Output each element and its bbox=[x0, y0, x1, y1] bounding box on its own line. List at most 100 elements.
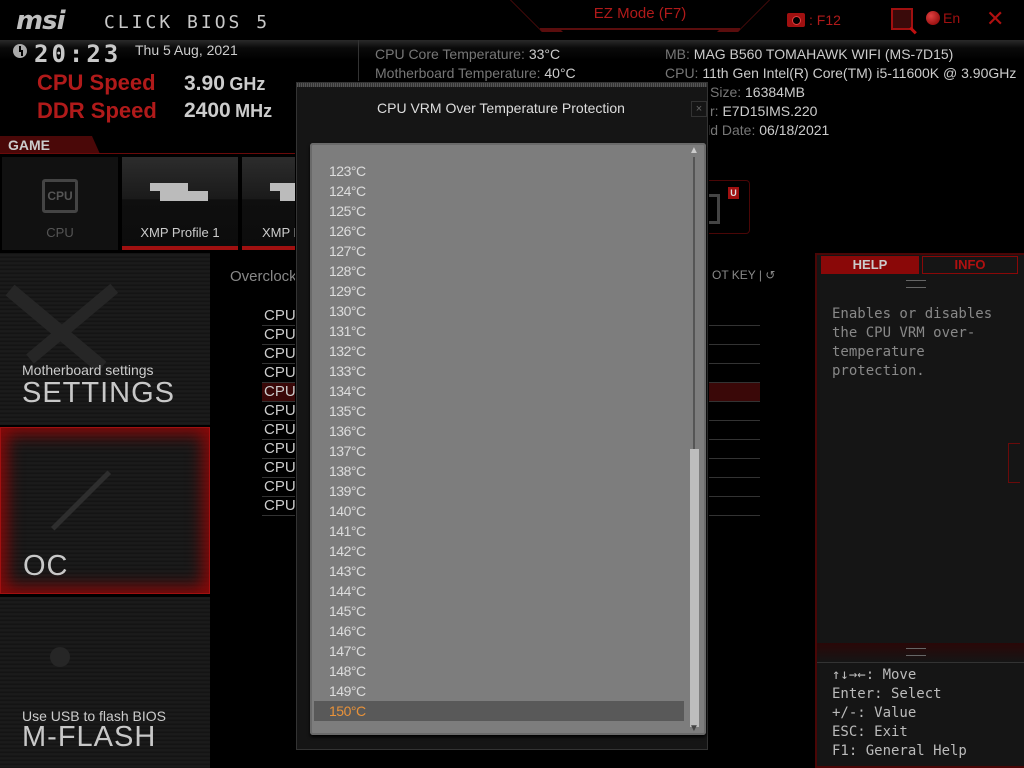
overclock-header: Overclock bbox=[230, 268, 297, 285]
xmp-profile-2-tile[interactable]: XMP P bbox=[242, 157, 298, 250]
device-icon bbox=[708, 194, 720, 224]
memory-size: Size: 16384MB bbox=[710, 84, 805, 100]
option-item[interactable]: 147°C bbox=[314, 641, 684, 661]
ez-mode-button[interactable]: EZ Mode (F7) bbox=[540, 0, 740, 30]
xmp-profile-1-tile[interactable]: XMP Profile 1 bbox=[122, 157, 238, 250]
nav-oc[interactable]: OC bbox=[0, 427, 210, 594]
option-item[interactable]: 124°C bbox=[314, 181, 684, 201]
mb-info: MB: MAG B560 TOMAHAWK WIFI (MS-7D15) bbox=[665, 46, 953, 62]
mb-info-value: MAG B560 TOMAHAWK WIFI (MS-7D15) bbox=[693, 46, 954, 62]
key-hint-value: +/-: Value bbox=[832, 705, 917, 721]
ddr-speed-unit: MHz bbox=[235, 101, 273, 121]
active-indicator bbox=[122, 246, 238, 250]
option-item[interactable]: 136°C bbox=[314, 421, 684, 441]
cpu-info-value: 11th Gen Intel(R) Core(TM) i5-11600K @ 3… bbox=[702, 65, 1017, 81]
option-item[interactable]: 126°C bbox=[314, 221, 684, 241]
screenshot-button[interactable]: : F12 bbox=[787, 10, 841, 30]
active-indicator bbox=[242, 246, 298, 250]
hotkey-label[interactable]: OT KEY | ↺ bbox=[712, 268, 775, 282]
option-item[interactable]: 128°C bbox=[314, 261, 684, 281]
tab-help[interactable]: HELP bbox=[821, 256, 919, 274]
cpu-core-temp-label: CPU Core Temperature: bbox=[375, 46, 529, 62]
option-item[interactable]: 140°C bbox=[314, 501, 684, 521]
option-item[interactable]: 127°C bbox=[314, 241, 684, 261]
option-dialog: CPU VRM Over Temperature Protection × 12… bbox=[296, 82, 708, 750]
close-icon[interactable]: ✕ bbox=[986, 6, 1004, 32]
option-item[interactable]: 131°C bbox=[314, 321, 684, 341]
game-boost-cpu-tile[interactable]: CPU CPU bbox=[2, 157, 118, 250]
cpu-core-temp: CPU Core Temperature: 33°C bbox=[375, 46, 560, 62]
option-item[interactable]: 129°C bbox=[314, 281, 684, 301]
memory-size-label: Size: bbox=[710, 84, 746, 100]
ddr-speed-label: DDR Speed bbox=[37, 98, 157, 123]
option-item[interactable]: 144°C bbox=[314, 581, 684, 601]
usb-icon bbox=[50, 647, 70, 667]
oc-title: OC bbox=[23, 550, 69, 582]
build-date-value: 06/18/2021 bbox=[759, 122, 830, 138]
cpu-info-label: CPU: bbox=[665, 65, 703, 81]
u-badge: U bbox=[728, 187, 739, 199]
option-item[interactable]: 123°C bbox=[314, 161, 684, 181]
tab-info[interactable]: INFO bbox=[922, 256, 1018, 274]
key-hint-move: ↑↓→←: Move bbox=[832, 667, 917, 683]
scrollbar-thumb[interactable] bbox=[690, 449, 699, 727]
option-item[interactable]: 132°C bbox=[314, 341, 684, 361]
clock-time: 20:23 bbox=[34, 40, 122, 68]
nav-settings[interactable]: Motherboard settings SETTINGS bbox=[0, 253, 210, 425]
dialog-top-bar bbox=[297, 83, 707, 87]
option-item[interactable]: 141°C bbox=[314, 521, 684, 541]
option-item[interactable]: 149°C bbox=[314, 681, 684, 701]
game-boost-extra-tile[interactable]: U bbox=[708, 180, 750, 234]
ddr-speed-value: 2400 bbox=[184, 99, 231, 122]
key-hint-exit: ESC: Exit bbox=[832, 724, 908, 740]
screenshot-key-label: : F12 bbox=[809, 12, 841, 28]
help-text: Enables or disables the CPU VRM over-tem… bbox=[832, 306, 993, 379]
scroll-down-icon[interactable] bbox=[906, 648, 926, 656]
bios-version-label: r: bbox=[710, 103, 723, 119]
option-item[interactable]: 146°C bbox=[314, 621, 684, 641]
scroll-down-icon[interactable]: ▼ bbox=[689, 723, 699, 734]
option-item[interactable]: 134°C bbox=[314, 381, 684, 401]
bios-version: r: E7D15IMS.220 bbox=[710, 103, 817, 119]
build-date-label: ild Date: bbox=[704, 122, 760, 138]
key-hint-help: F1: General Help bbox=[832, 743, 967, 759]
search-icon[interactable] bbox=[891, 8, 913, 30]
option-item[interactable]: 148°C bbox=[314, 661, 684, 681]
bios-version-value: E7D15IMS.220 bbox=[722, 103, 818, 119]
top-bar: msi CLICK BIOS 5 EZ Mode (F7) : F12 En ✕ bbox=[0, 0, 1024, 40]
mb-temp-label: Motherboard Temperature: bbox=[375, 65, 545, 81]
gauge-icon bbox=[50, 470, 112, 531]
ram-icon bbox=[270, 183, 298, 203]
scroll-up-icon[interactable] bbox=[906, 280, 926, 288]
scroll-up-icon[interactable]: ▲ bbox=[689, 145, 699, 156]
option-item[interactable]: 133°C bbox=[314, 361, 684, 381]
settings-title: SETTINGS bbox=[22, 377, 176, 409]
tile-label: CPU bbox=[46, 225, 74, 240]
option-item[interactable]: 145°C bbox=[314, 601, 684, 621]
globe-icon bbox=[926, 11, 940, 25]
mb-temp-value: 40°C bbox=[544, 65, 576, 81]
divider bbox=[0, 153, 300, 154]
mb-info-label: MB: bbox=[665, 46, 694, 62]
cpu-speed-label: CPU Speed bbox=[37, 70, 156, 95]
option-item[interactable]: 150°C bbox=[314, 701, 684, 721]
build-date: ild Date: 06/18/2021 bbox=[704, 122, 829, 138]
option-item[interactable]: 139°C bbox=[314, 481, 684, 501]
collapse-icon[interactable] bbox=[1008, 443, 1020, 483]
option-item[interactable]: 142°C bbox=[314, 541, 684, 561]
option-item[interactable]: 125°C bbox=[314, 201, 684, 221]
nav-m-flash[interactable]: Use USB to flash BIOS M-FLASH bbox=[0, 597, 210, 768]
language-button[interactable]: En bbox=[926, 10, 960, 26]
cpu-icon: CPU bbox=[42, 179, 78, 213]
cpu-speed-unit: GHz bbox=[229, 74, 266, 94]
option-item[interactable]: 137°C bbox=[314, 441, 684, 461]
option-item[interactable]: 138°C bbox=[314, 461, 684, 481]
cpu-speed-value: 3.90 bbox=[184, 72, 225, 95]
option-item[interactable]: 135°C bbox=[314, 401, 684, 421]
close-icon[interactable]: × bbox=[691, 101, 707, 117]
option-item[interactable]: 130°C bbox=[314, 301, 684, 321]
option-item[interactable]: 143°C bbox=[314, 561, 684, 581]
key-hint-select: Enter: Select bbox=[832, 686, 942, 702]
cpu-speed: 3.90 GHz bbox=[184, 72, 265, 96]
mb-temp: Motherboard Temperature: 40°C bbox=[375, 65, 576, 81]
